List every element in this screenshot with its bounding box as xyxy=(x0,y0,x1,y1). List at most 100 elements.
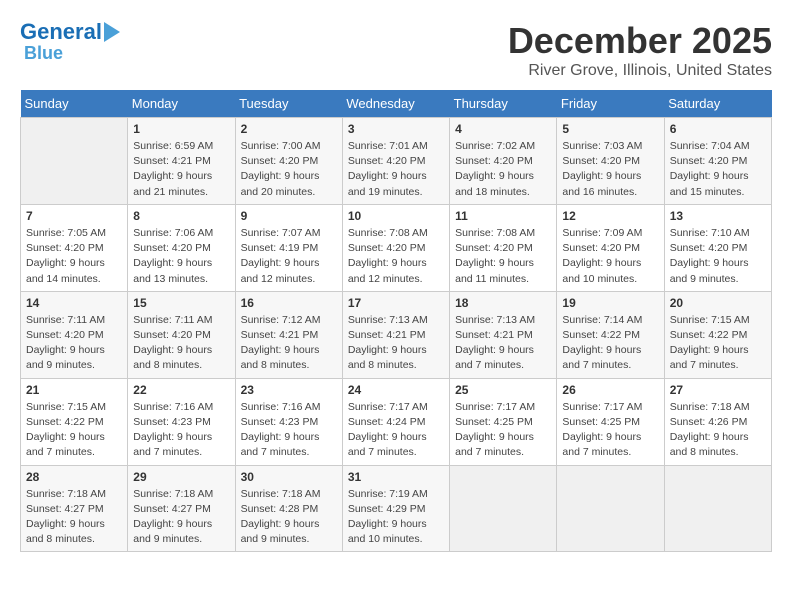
calendar-cell: 16 Sunrise: 7:12 AMSunset: 4:21 PMDayligh… xyxy=(235,291,342,378)
calendar-week-1: 1 Sunrise: 6:59 AMSunset: 4:21 PMDaylight… xyxy=(21,118,772,205)
day-info: Sunrise: 7:07 AMSunset: 4:19 PMDaylight:… xyxy=(241,227,321,285)
header-day-tuesday: Tuesday xyxy=(235,90,342,118)
day-number: 6 xyxy=(670,122,766,136)
header-day-saturday: Saturday xyxy=(664,90,771,118)
day-info: Sunrise: 7:17 AMSunset: 4:25 PMDaylight:… xyxy=(562,401,642,459)
day-info: Sunrise: 6:59 AMSunset: 4:21 PMDaylight:… xyxy=(133,140,213,198)
page-subtitle: River Grove, Illinois, United States xyxy=(508,62,772,80)
day-number: 26 xyxy=(562,383,658,397)
calendar-cell: 26 Sunrise: 7:17 AMSunset: 4:25 PMDayligh… xyxy=(557,378,664,465)
calendar-cell xyxy=(664,465,771,552)
calendar-cell: 15Sunrise: 7:11 AMSunset: 4:20 PMDayligh… xyxy=(128,291,235,378)
day-info: Sunrise: 7:03 AMSunset: 4:20 PMDaylight:… xyxy=(562,140,642,198)
calendar-cell xyxy=(557,465,664,552)
calendar-cell: 27 Sunrise: 7:18 AMSunset: 4:26 PMDayligh… xyxy=(664,378,771,465)
calendar-header-row: SundayMondayTuesdayWednesdayThursdayFrid… xyxy=(21,90,772,118)
day-number: 12 xyxy=(562,209,658,223)
calendar-cell: 8 Sunrise: 7:06 AMSunset: 4:20 PMDaylight… xyxy=(128,204,235,291)
calendar-cell: 5 Sunrise: 7:03 AMSunset: 4:20 PMDaylight… xyxy=(557,118,664,205)
day-number: 13 xyxy=(670,209,766,223)
day-number: 4 xyxy=(455,122,551,136)
calendar-cell xyxy=(21,118,128,205)
logo-text-blue: Blue xyxy=(24,43,63,63)
day-number: 17 xyxy=(348,296,444,310)
calendar-cell: 12 Sunrise: 7:09 AMSunset: 4:20 PMDayligh… xyxy=(557,204,664,291)
day-info: Sunrise: 7:18 AMSunset: 4:28 PMDaylight:… xyxy=(241,488,321,546)
day-number: 7 xyxy=(26,209,122,223)
day-info: Sunrise: 7:11 AMSunset: 4:20 PMDaylight:… xyxy=(26,314,105,372)
calendar-week-4: 21 Sunrise: 7:15 AMSunset: 4:22 PMDayligh… xyxy=(21,378,772,465)
calendar-cell: 10 Sunrise: 7:08 AMSunset: 4:20 PMDayligh… xyxy=(342,204,449,291)
day-number: 27 xyxy=(670,383,766,397)
day-number: 8 xyxy=(133,209,229,223)
calendar-cell xyxy=(450,465,557,552)
day-info: Sunrise: 7:00 AMSunset: 4:20 PMDaylight:… xyxy=(241,140,321,198)
calendar-table: SundayMondayTuesdayWednesdayThursdayFrid… xyxy=(20,90,772,552)
calendar-cell: 30Sunrise: 7:18 AMSunset: 4:28 PMDayligh… xyxy=(235,465,342,552)
day-number: 10 xyxy=(348,209,444,223)
day-number: 18 xyxy=(455,296,551,310)
day-info: Sunrise: 7:18 AMSunset: 4:26 PMDaylight:… xyxy=(670,401,750,459)
day-info: Sunrise: 7:08 AMSunset: 4:20 PMDaylight:… xyxy=(348,227,428,285)
day-number: 22 xyxy=(133,383,229,397)
header-day-sunday: Sunday xyxy=(21,90,128,118)
day-info: Sunrise: 7:12 AMSunset: 4:21 PMDaylight:… xyxy=(241,314,321,372)
day-info: Sunrise: 7:18 AMSunset: 4:27 PMDaylight:… xyxy=(133,488,213,546)
calendar-cell: 13Sunrise: 7:10 AMSunset: 4:20 PMDayligh… xyxy=(664,204,771,291)
calendar-cell: 25Sunrise: 7:17 AMSunset: 4:25 PMDayligh… xyxy=(450,378,557,465)
day-info: Sunrise: 7:09 AMSunset: 4:20 PMDaylight:… xyxy=(562,227,642,285)
calendar-cell: 1 Sunrise: 6:59 AMSunset: 4:21 PMDaylight… xyxy=(128,118,235,205)
day-info: Sunrise: 7:01 AMSunset: 4:20 PMDaylight:… xyxy=(348,140,428,198)
header-day-monday: Monday xyxy=(128,90,235,118)
calendar-cell: 28Sunrise: 7:18 AMSunset: 4:27 PMDayligh… xyxy=(21,465,128,552)
day-info: Sunrise: 7:08 AMSunset: 4:20 PMDaylight:… xyxy=(455,227,535,285)
calendar-cell: 21 Sunrise: 7:15 AMSunset: 4:22 PMDayligh… xyxy=(21,378,128,465)
calendar-cell: 11Sunrise: 7:08 AMSunset: 4:20 PMDayligh… xyxy=(450,204,557,291)
day-info: Sunrise: 7:15 AMSunset: 4:22 PMDaylight:… xyxy=(670,314,750,372)
day-number: 3 xyxy=(348,122,444,136)
calendar-cell: 31Sunrise: 7:19 AMSunset: 4:29 PMDayligh… xyxy=(342,465,449,552)
day-number: 5 xyxy=(562,122,658,136)
day-number: 24 xyxy=(348,383,444,397)
calendar-week-3: 14Sunrise: 7:11 AMSunset: 4:20 PMDayligh… xyxy=(21,291,772,378)
title-area: December 2025 River Grove, Illinois, Uni… xyxy=(508,20,772,80)
day-info: Sunrise: 7:05 AMSunset: 4:20 PMDaylight:… xyxy=(26,227,106,285)
calendar-cell: 4Sunrise: 7:02 AMSunset: 4:20 PMDaylight… xyxy=(450,118,557,205)
calendar-cell: 6 Sunrise: 7:04 AMSunset: 4:20 PMDaylight… xyxy=(664,118,771,205)
calendar-cell: 2Sunrise: 7:00 AMSunset: 4:20 PMDaylight… xyxy=(235,118,342,205)
header-day-thursday: Thursday xyxy=(450,90,557,118)
calendar-cell: 7 Sunrise: 7:05 AMSunset: 4:20 PMDaylight… xyxy=(21,204,128,291)
day-info: Sunrise: 7:16 AMSunset: 4:23 PMDaylight:… xyxy=(133,401,213,459)
day-info: Sunrise: 7:06 AMSunset: 4:20 PMDaylight:… xyxy=(133,227,213,285)
calendar-week-5: 28 Sunrise: 7:18 AMSunset: 4:27 PMDayligh… xyxy=(21,465,772,552)
day-info: Sunrise: 7:15 AMSunset: 4:22 PMDaylight:… xyxy=(26,401,106,459)
calendar-cell: 9 Sunrise: 7:07 AMSunset: 4:19 PMDaylight… xyxy=(235,204,342,291)
day-info: Sunrise: 7:13 AMSunset: 4:21 PMDaylight:… xyxy=(455,314,535,372)
day-info: Sunrise: 7:14 AMSunset: 4:22 PMDaylight:… xyxy=(562,314,642,372)
page-header: General Blue December 2025 River Grove, … xyxy=(20,20,772,80)
day-number: 21 xyxy=(26,383,122,397)
day-number: 16 xyxy=(241,296,337,310)
page-title: December 2025 xyxy=(508,20,772,62)
calendar-cell: 24 Sunrise: 7:17 AMSunset: 4:24 PMDayligh… xyxy=(342,378,449,465)
header-day-friday: Friday xyxy=(557,90,664,118)
day-number: 19 xyxy=(562,296,658,310)
day-info: Sunrise: 7:13 AMSunset: 4:21 PMDaylight:… xyxy=(348,314,428,372)
day-info: Sunrise: 7:17 AMSunset: 4:24 PMDaylight:… xyxy=(348,401,428,459)
calendar-cell: 17 Sunrise: 7:13 AMSunset: 4:21 PMDayligh… xyxy=(342,291,449,378)
day-number: 28 xyxy=(26,470,122,484)
day-number: 29 xyxy=(133,470,229,484)
logo: General Blue xyxy=(20,20,120,64)
day-number: 9 xyxy=(241,209,337,223)
logo-arrow-icon xyxy=(104,22,120,42)
day-number: 1 xyxy=(133,122,229,136)
calendar-cell: 14Sunrise: 7:11 AMSunset: 4:20 PMDayligh… xyxy=(21,291,128,378)
logo-text: General xyxy=(20,20,102,44)
day-number: 31 xyxy=(348,470,444,484)
calendar-cell: 19 Sunrise: 7:14 AMSunset: 4:22 PMDayligh… xyxy=(557,291,664,378)
calendar-cell: 18 Sunrise: 7:13 AMSunset: 4:21 PMDayligh… xyxy=(450,291,557,378)
day-info: Sunrise: 7:04 AMSunset: 4:20 PMDaylight:… xyxy=(670,140,750,198)
day-info: Sunrise: 7:11 AMSunset: 4:20 PMDaylight:… xyxy=(133,314,212,372)
calendar-cell: 20Sunrise: 7:15 AMSunset: 4:22 PMDayligh… xyxy=(664,291,771,378)
day-number: 25 xyxy=(455,383,551,397)
